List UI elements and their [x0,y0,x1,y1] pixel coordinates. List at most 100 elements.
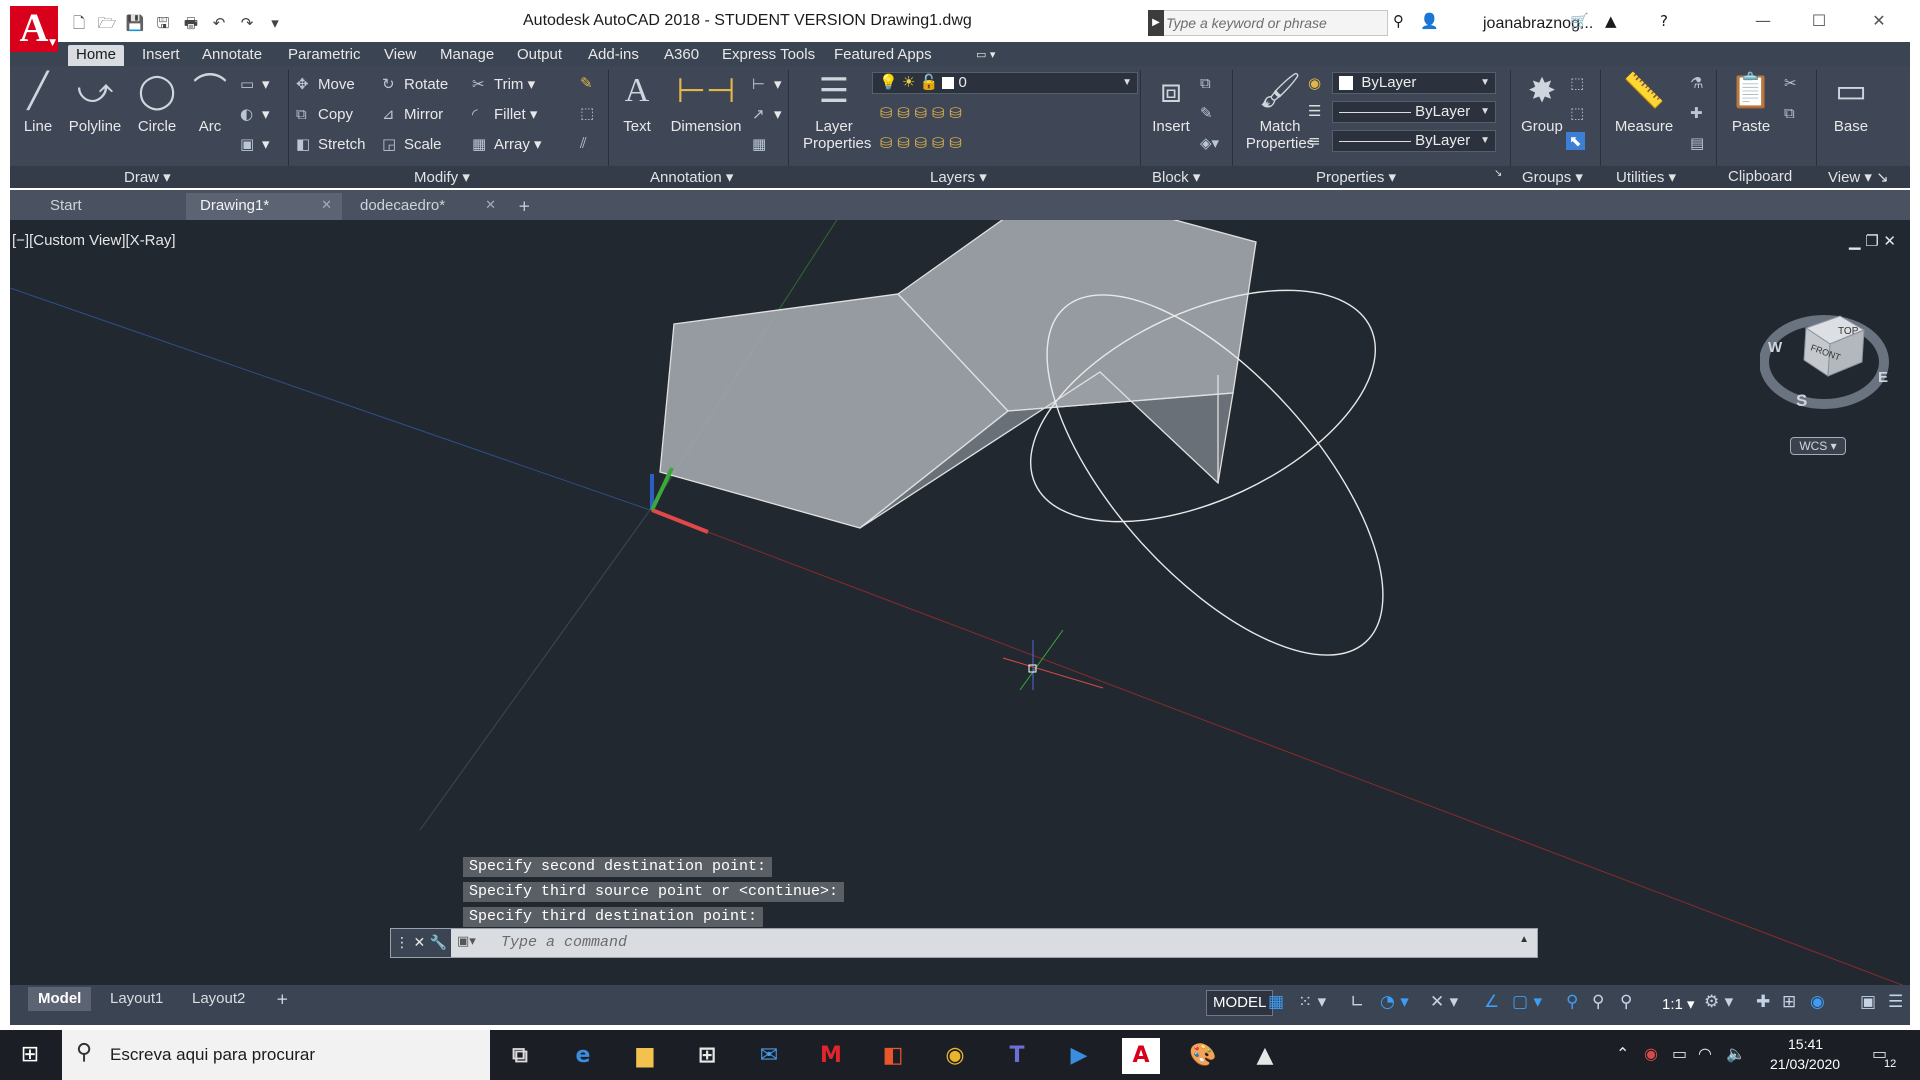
close-tab-icon[interactable]: ✕ [321,193,332,219]
annotation-visibility-icon[interactable]: ⚲ [1566,992,1578,1012]
grid-icon[interactable]: ▦ [1268,992,1284,1012]
isolate-objects-icon[interactable]: ◉ [1810,992,1825,1012]
zoom-icon[interactable]: ▶ [1060,1038,1098,1074]
lineweight-dropdown[interactable]: ByLayer ▼ [1332,130,1496,152]
panel-title-layers[interactable]: Layers ▾ [930,168,987,186]
mirror-button[interactable]: ⊿ Mirror [382,104,443,124]
group-edit-icon[interactable]: ⬚ [1570,104,1584,122]
color-dropdown[interactable]: ByLayer ▼ [1332,72,1496,94]
insert-button[interactable]: ⧈ Insert [1146,70,1196,135]
chrome-icon[interactable]: ◉ [936,1038,974,1074]
command-history-toggle-icon[interactable]: ▲ [1519,934,1529,945]
object-snap-tracking-icon[interactable]: ∠ [1484,992,1499,1012]
close-icon[interactable]: ✕ [1856,8,1902,34]
arc-button[interactable]: ⌒ Arc [188,70,232,135]
tab-output[interactable]: Output [509,45,570,66]
model-space-toggle[interactable]: MODEL [1206,990,1274,1016]
clock-time[interactable]: 15:41 [1788,1036,1823,1052]
polyline-button[interactable]: ⤻ Polyline [62,70,128,135]
photos-icon[interactable]: ▲ [1246,1038,1284,1074]
tab-parametric[interactable]: Parametric [280,45,369,66]
explode-icon[interactable]: ⬚ [580,104,594,122]
tab-annotate[interactable]: Annotate [194,45,270,66]
task-view-icon[interactable]: ⧉ [501,1038,539,1074]
new-file-icon[interactable]: 🗋 [68,12,90,34]
user-icon[interactable]: 👤 [1420,12,1439,30]
isodraft-icon[interactable]: ✕ ▾ [1430,992,1458,1012]
viewport-window-controls[interactable]: ▁ ❐ ✕ [1849,232,1896,250]
cart-icon[interactable]: 🛒 [1570,12,1589,30]
battery-icon[interactable]: ▭ [1672,1044,1687,1063]
security-tray-icon[interactable]: ◉ [1644,1044,1658,1063]
fillet-button[interactable]: ◜ Fillet ▾ [472,104,537,124]
taskbar-search[interactable]: ⚲ Escreva aqui para procurar [62,1030,490,1080]
compass-south-label[interactable]: S [1796,391,1807,410]
polar-icon[interactable]: ◔ ▾ [1380,992,1409,1012]
command-prompt-icon[interactable]: ▣▾ [457,934,476,949]
viewport-controls-label[interactable]: [−][Custom View][X-Ray] [12,232,176,249]
teams-icon[interactable]: T [998,1038,1036,1074]
ortho-icon[interactable]: ∟ [1350,992,1364,1012]
units-icon[interactable]: ⊞ [1782,992,1796,1012]
create-block-icon[interactable]: ⧉ [1200,74,1211,92]
snap-icon[interactable]: ⁙ ▾ [1298,992,1326,1012]
hatch-icon[interactable]: ◐ ▾ [240,104,270,124]
office-icon[interactable]: ◧ [874,1038,912,1074]
minimize-icon[interactable]: — [1740,8,1786,34]
tab-express-tools[interactable]: Express Tools [714,45,823,66]
search-expand-icon[interactable]: ▶ [1148,10,1164,36]
undo-icon[interactable]: ↶ [208,12,230,34]
clean-screen-icon[interactable]: ▣ [1860,992,1876,1012]
trim-button[interactable]: ✂ Trim ▾ [472,74,535,94]
layout-tab-layout2[interactable]: Layout2 [182,987,255,1011]
rotate-button[interactable]: ↻ Rotate [382,74,448,94]
boundary-icon[interactable]: ▣ ▾ [240,134,270,154]
stretch-button[interactable]: ◧ Stretch [296,134,366,154]
table-icon[interactable]: ▦ [752,134,774,154]
panel-title-view[interactable]: View ▾ ↘ [1828,168,1889,186]
plot-icon[interactable]: 🖶 [180,12,202,34]
autocad-taskbar-icon[interactable]: A [1122,1038,1160,1074]
annotation-scale-value[interactable]: 1:1 ▾ [1662,995,1695,1013]
layer-properties-button[interactable]: ☰ Layer Properties [796,70,872,152]
customization-menu-icon[interactable]: ☰ [1888,992,1903,1012]
erase-icon[interactable]: ✎ [580,74,593,92]
layer-dropdown[interactable]: 💡 ☀ 🔓 0 ▼ [872,72,1138,94]
cut-icon[interactable]: ✂ [1784,74,1797,92]
quick-select-icon[interactable]: ⚗ [1690,74,1703,92]
open-file-icon[interactable]: 🗁 [96,12,118,34]
clock-date[interactable]: 21/03/2020 [1770,1056,1840,1072]
save-icon[interactable]: 💾 [124,12,146,34]
leader-icon[interactable]: ↗ ▾ [752,104,782,124]
line-button[interactable]: ╱ Line [18,70,58,135]
edge-browser-icon[interactable]: e [564,1038,602,1074]
panel-title-block[interactable]: Block ▾ [1152,168,1200,186]
panel-title-properties[interactable]: Properties ▾ [1316,168,1396,186]
tab-manage[interactable]: Manage [432,45,502,66]
help-icon[interactable]: ? [1660,12,1668,30]
attribute-icon[interactable]: ◈▾ [1200,134,1219,152]
doc-tab-dodecaedro[interactable]: dodecaedro* ✕ [346,193,506,220]
ribbon-minimize-icon[interactable]: ▭ ▾ [968,45,1003,66]
tab-insert[interactable]: Insert [134,45,188,66]
paint-icon[interactable]: 🎨 [1184,1038,1222,1074]
panel-title-groups[interactable]: Groups ▾ [1522,168,1583,186]
tab-a360[interactable]: A360 [656,45,707,66]
move-button[interactable]: ✥ Move [296,74,355,94]
compass-west-label[interactable]: W [1768,339,1783,356]
taskbar-search-text[interactable]: Escreva aqui para procurar [110,1045,315,1065]
copy-clip-icon[interactable]: ⧉ [1784,104,1795,122]
command-line[interactable]: ⋮ ✕ 🔧 ▣▾ Type a command ▲ [390,928,1538,958]
save-as-icon[interactable]: 🖫 [152,12,174,34]
tray-chevron-icon[interactable]: ⌃ [1616,1044,1629,1063]
application-menu-button[interactable]: A ▼ [10,6,58,52]
rectangle-icon[interactable]: ▭ ▾ [240,74,270,94]
tab-home[interactable]: Home [68,45,125,66]
maximize-icon[interactable]: ☐ [1796,8,1842,34]
wcs-menu[interactable]: WCS ▾ [1790,437,1846,455]
layer-tool-icon[interactable]: ⛁ ⛁ ⛁ ⛁ ⛁ [880,134,962,152]
command-line-handle[interactable]: ⋮ ✕ 🔧 [391,929,451,957]
group-button[interactable]: ✸ Group [1516,70,1568,135]
base-button[interactable]: ▭ Base [1824,70,1878,135]
volume-icon[interactable]: 🔈 [1726,1044,1746,1063]
